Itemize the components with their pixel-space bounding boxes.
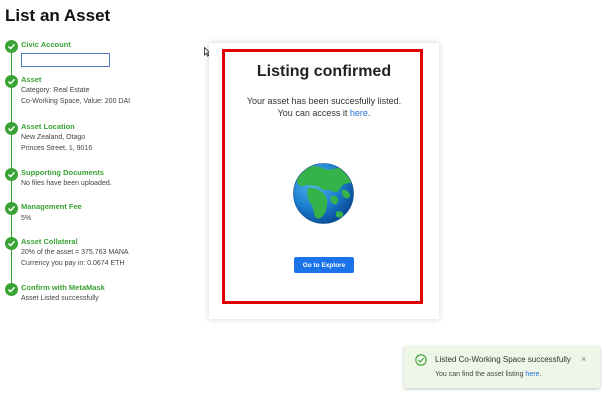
step-title: Civic Account — [21, 40, 71, 49]
modal-here-link[interactable]: here — [350, 108, 368, 118]
modal-message-line1: Your asset has been succesfully listed. — [246, 96, 402, 106]
check-circle-icon — [5, 122, 18, 135]
toast-text-prefix: You can find the asset listing — [435, 371, 526, 378]
check-circle-icon — [415, 354, 427, 366]
check-circle-icon — [5, 75, 18, 88]
step-detail: No files have been uploaded. — [21, 180, 112, 187]
check-circle-icon — [5, 168, 18, 181]
check-circle-icon — [5, 40, 18, 53]
step-detail: Asset Listed successfully — [21, 295, 99, 302]
step-detail: 5% — [21, 215, 32, 222]
modal-message-prefix: You can access it — [277, 108, 350, 118]
modal-message-suffix: . — [367, 108, 371, 118]
step-title: Management Fee — [21, 202, 82, 211]
page-title: List an Asset — [5, 6, 111, 25]
toast-here-link[interactable]: here — [525, 371, 539, 378]
modal-message: Your asset has been succesfully listed. … — [209, 95, 439, 119]
toast-text: You can find the asset listing here. — [435, 371, 541, 378]
step-connector — [11, 88, 12, 122]
toast-title: Listed Co-Working Space successfully — [435, 355, 571, 364]
check-circle-icon — [5, 202, 18, 215]
close-icon[interactable]: × — [581, 354, 586, 364]
go-to-explore-button[interactable]: Go to Explore — [294, 257, 354, 273]
step-detail: 20% of the asset = 375.763 MANA — [21, 249, 129, 256]
step-detail: New Zealand, Otago — [21, 134, 86, 141]
step-title: Supporting Documents — [21, 168, 104, 177]
modal-title: Listing confirmed — [256, 63, 392, 80]
step-title: Asset Collateral — [21, 237, 78, 246]
modal-message-line2: You can access it here. — [209, 107, 439, 119]
success-toast: Listed Co-Working Space successfully × Y… — [404, 346, 600, 388]
civic-account-input[interactable] — [21, 53, 110, 67]
step-detail: Category: Real Estate — [21, 87, 90, 94]
step-detail: Co-Working Space, Value: 200 DAI — [21, 98, 131, 105]
globe-icon — [293, 163, 354, 224]
check-circle-icon — [5, 237, 18, 250]
step-connector — [11, 181, 12, 202]
step-detail: Princes Street, 1, 9016 — [21, 145, 93, 152]
step-title: Confirm with MetaMask — [21, 283, 105, 292]
step-title: Asset — [21, 75, 42, 84]
step-connector — [11, 250, 12, 284]
step-connector — [11, 215, 12, 238]
step-connector — [11, 135, 12, 169]
step-title: Asset Location — [21, 122, 75, 131]
step-detail: Currency you pay in: 0.0674 ETH — [21, 260, 125, 267]
toast-text-suffix: . — [539, 371, 542, 378]
check-circle-icon — [5, 283, 18, 296]
